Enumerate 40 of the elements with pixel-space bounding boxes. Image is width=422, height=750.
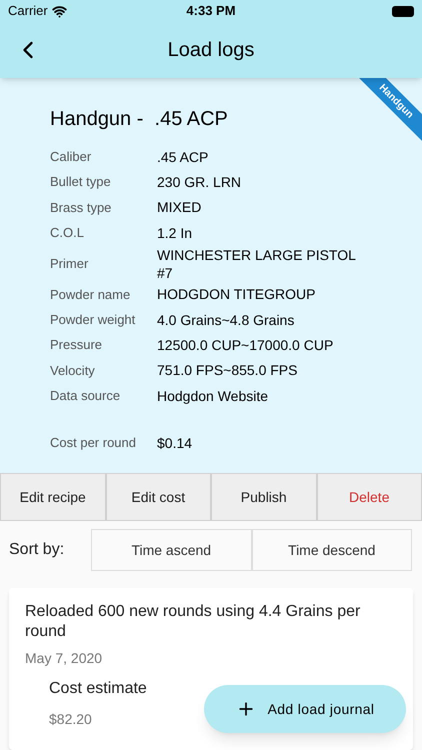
battery-icon [392,6,414,16]
status-time: 4:33 PM [185,2,237,20]
field-label: Pressure [50,336,104,354]
field-value: Hodgdon Website [157,386,270,405]
sort-option[interactable]: Time ascend [91,529,252,571]
field-label: Data source [50,387,122,406]
field-label: Velocity [50,362,96,380]
sort-option[interactable]: Time descend [252,529,412,571]
journal-date: May 7, 2020 [25,649,104,668]
field-label: Brass type [50,198,112,217]
action-button[interactable]: Edit cost [106,473,211,521]
cost-value: $82.20 [49,710,92,729]
field-label: C.O.L [50,224,85,242]
field-label: Bullet type [50,173,112,192]
journal-text: Reloaded 600 new rounds using 4.4 Grains per round [25,602,362,642]
page-title: Load logs [168,38,254,63]
field-value: $0.14 [157,434,192,453]
add-journal-button[interactable]: Add load journal [204,685,406,733]
field-label: Caliber [50,148,92,166]
recipe-title: Handgun - .45 ACP [50,107,229,132]
cost-label: Cost estimate [49,679,148,699]
field-value: .45 ACP [157,148,210,166]
field-value: WINCHESTER LARGE PISTOL #7 [157,246,356,282]
field-label: Powder name [50,286,132,304]
field-value: HODGDON TITEGROUP [157,285,316,304]
sort-label: Sort by: [9,540,66,560]
action-button[interactable]: Publish [211,473,316,521]
field-label: Cost per round [50,434,137,452]
delete-button[interactable]: Delete [316,473,422,521]
action-button[interactable]: Edit recipe [0,473,106,521]
field-value: 230 GR. LRN [157,173,242,192]
carrier-label: Carrier [8,2,48,20]
field-value: 751.0 FPS~855.0 FPS [157,361,298,380]
field-value: MIXED [157,198,202,216]
field-value: 12500.0 CUP~17000.0 CUP [157,336,334,354]
wifi-icon [52,4,67,18]
field-value: 4.0 Grains~4.8 Grains [157,310,296,329]
field-value: 1.2 In [157,224,194,242]
field-label: Powder weight [50,310,136,329]
field-label: Primer [50,254,90,273]
